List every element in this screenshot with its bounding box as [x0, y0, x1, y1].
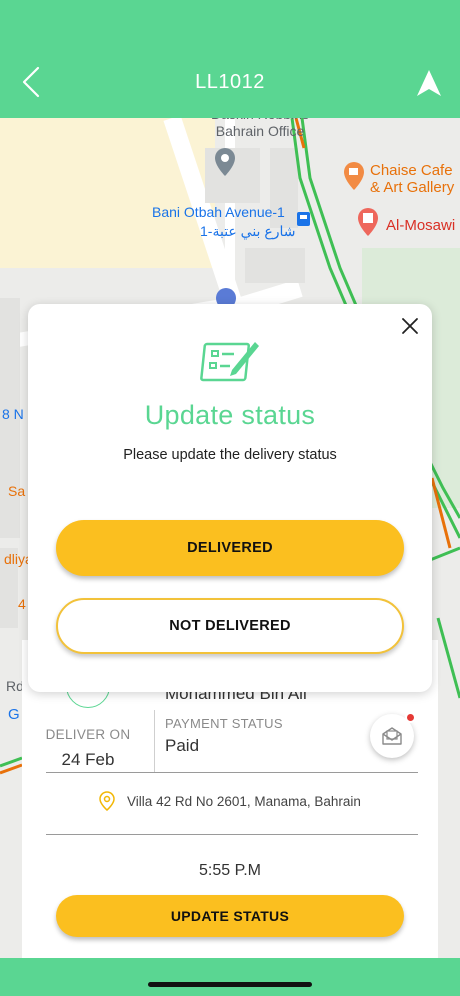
map-label-cafe: Chaise Cafe & Art Gallery — [370, 162, 455, 196]
payment-status-label: PAYMENT STATUS — [165, 716, 283, 731]
pharmacy-icon[interactable] — [358, 208, 378, 236]
checklist-edit-icon — [200, 342, 259, 382]
delivered-button[interactable]: DELIVERED — [56, 520, 404, 576]
page-title: LL1012 — [195, 71, 265, 93]
map-label-left-1: 8 N — [2, 406, 24, 422]
address-row: Villa 42 Rd No 2601, Manama, Bahrain — [22, 791, 438, 811]
divider — [46, 772, 418, 773]
map-label-bus-stop: Bani Otbah Avenue-1 — [152, 204, 285, 220]
close-button[interactable] — [400, 316, 420, 336]
navigation-arrow-icon — [417, 70, 441, 96]
map-label-bus-stop-arabic: شارع بني عتبة-1 — [200, 223, 296, 239]
vertical-divider — [154, 710, 155, 772]
not-delivered-button[interactable]: NOT DELIVERED — [56, 598, 404, 654]
cafe-icon[interactable] — [344, 162, 364, 190]
map-label-left-6: G — [8, 706, 20, 723]
deliver-on-label: DELIVER ON — [45, 727, 131, 742]
top-app-bar: LL1012 — [0, 0, 460, 118]
bus-stop-icon[interactable] — [297, 212, 310, 226]
mail-icon — [382, 727, 402, 745]
deliver-on-value: 24 Feb — [61, 750, 115, 769]
delivery-address: Villa 42 Rd No 2601, Manama, Bahrain — [127, 793, 361, 809]
navigate-button[interactable] — [414, 66, 444, 100]
map-label-left-4: 4 — [18, 596, 26, 612]
bottom-bar — [0, 958, 460, 996]
update-status-button[interactable]: UPDATE STATUS — [56, 895, 404, 937]
message-button[interactable] — [370, 712, 416, 758]
divider — [46, 834, 418, 835]
map-label-left-2: Sa — [8, 483, 26, 499]
map-label-pharmacy: Al-Mosawi — [386, 217, 456, 234]
dialog-subtitle: Please update the delivery status — [123, 447, 337, 463]
payment-status-value: Paid — [165, 736, 200, 755]
notification-dot — [405, 712, 416, 723]
home-indicator[interactable] — [148, 982, 312, 987]
dialog-title: Update status — [144, 400, 316, 430]
map-label-poi: Daskin Robbins Bahrain Office — [211, 118, 309, 139]
update-status-dialog: Update status Please update the delivery… — [28, 304, 432, 692]
close-icon — [402, 318, 418, 334]
location-pin-icon — [99, 791, 115, 811]
delivery-time: 5:55 P.M — [199, 862, 261, 879]
